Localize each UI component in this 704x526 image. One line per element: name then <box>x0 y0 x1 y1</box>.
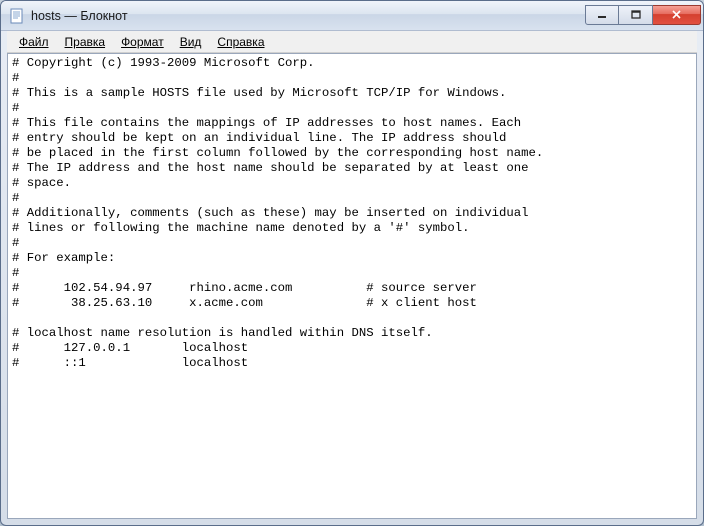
text-editor[interactable]: # Copyright (c) 1993-2009 Microsoft Corp… <box>8 54 696 518</box>
maximize-icon <box>631 10 641 20</box>
menu-format[interactable]: Формат <box>113 33 172 51</box>
minimize-icon <box>597 10 607 20</box>
minimize-button[interactable] <box>585 5 619 25</box>
editor-container: # Copyright (c) 1993-2009 Microsoft Corp… <box>7 53 697 519</box>
menu-file[interactable]: Файл <box>11 33 57 51</box>
menu-help[interactable]: Справка <box>209 33 272 51</box>
maximize-button[interactable] <box>619 5 653 25</box>
titlebar[interactable]: hosts — Блокнот <box>1 1 703 31</box>
window-controls <box>585 5 701 25</box>
window-title: hosts — Блокнот <box>31 9 585 23</box>
notepad-icon <box>9 8 25 24</box>
menu-view[interactable]: Вид <box>172 33 210 51</box>
close-icon <box>671 9 682 20</box>
menubar: Файл Правка Формат Вид Справка <box>7 31 697 53</box>
menu-edit[interactable]: Правка <box>57 33 114 51</box>
close-button[interactable] <box>653 5 701 25</box>
notepad-window: hosts — Блокнот Файл Правка Формат Вид С… <box>0 0 704 526</box>
